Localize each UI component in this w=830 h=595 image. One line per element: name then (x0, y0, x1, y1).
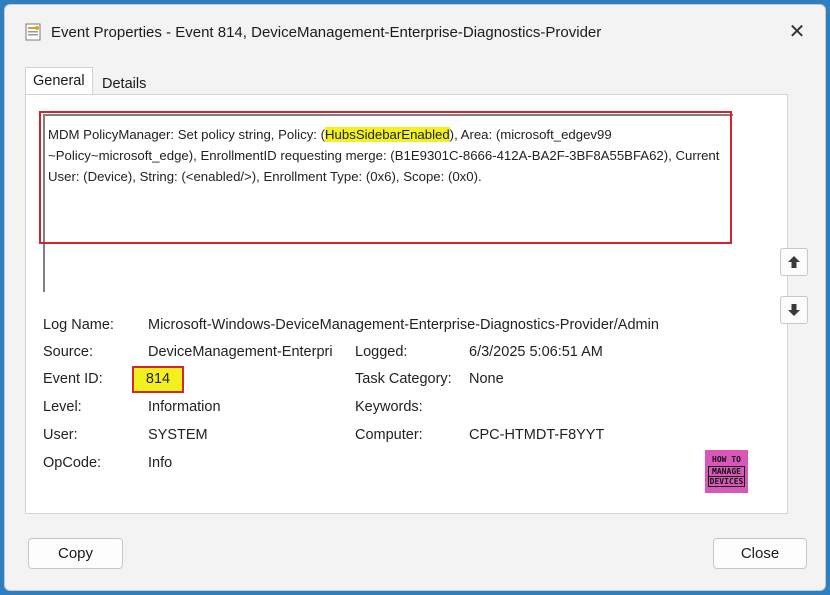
level-label: Level: (43, 399, 82, 415)
policy-name-highlight: HubsSidebarEnabled (325, 127, 450, 142)
description-part1: MDM PolicyManager: Set policy string, Po… (48, 127, 326, 142)
how-to-manage-devices-logo: HOW TO MANAGE DEVICES (703, 448, 750, 495)
close-icon: ✕ (788, 21, 806, 43)
log-name-value: Microsoft-Windows-DeviceManagement-Enter… (148, 317, 659, 333)
logo-line2: MANAGE (708, 466, 745, 477)
event-fields: Log Name: Microsoft-Windows-DeviceManage… (38, 313, 758, 493)
logged-value: 6/3/2025 5:06:51 AM (469, 344, 603, 360)
user-label: User: (43, 427, 78, 443)
event-id-label: Event ID: (43, 371, 103, 387)
source-label: Source: (43, 344, 93, 360)
next-event-button[interactable] (780, 296, 808, 324)
event-id-highlight: 814 (132, 366, 184, 393)
computer-label: Computer: (355, 427, 423, 443)
task-category-label: Task Category: (355, 371, 452, 387)
copy-button[interactable]: Copy (28, 538, 123, 569)
task-category-value: None (469, 371, 504, 387)
event-viewer-icon (25, 23, 41, 41)
event-properties-dialog: Event Properties - Event 814, DeviceMana… (4, 4, 826, 591)
log-name-label: Log Name: (43, 317, 114, 333)
general-panel: MDM PolicyManager: Set policy string, Po… (25, 94, 788, 514)
logo-line3: DEVICES (708, 477, 745, 487)
description-text: MDM PolicyManager: Set policy string, Po… (48, 124, 728, 187)
arrow-up-icon (788, 256, 800, 268)
close-window-button[interactable]: ✕ (783, 18, 811, 46)
close-button[interactable]: Close (713, 538, 807, 569)
previous-event-button[interactable] (780, 248, 808, 276)
description-box[interactable]: MDM PolicyManager: Set policy string, Po… (43, 114, 733, 292)
level-value: Information (148, 399, 221, 415)
opcode-value: Info (148, 455, 173, 471)
title-bar: Event Properties - Event 814, DeviceMana… (5, 5, 825, 57)
opcode-label: OpCode: (43, 455, 102, 471)
user-value: SYSTEM (148, 427, 208, 443)
arrow-down-icon (788, 304, 800, 316)
window-title: Event Properties - Event 814, DeviceMana… (51, 24, 602, 41)
computer-value: CPC-HTMDT-F8YYT (469, 427, 605, 443)
logo-line1: HOW TO (712, 455, 741, 464)
tab-general[interactable]: General (25, 67, 93, 95)
event-id-value: 814 (145, 371, 171, 387)
logo-text: HOW TO MANAGE DEVICES (705, 455, 748, 487)
keywords-label: Keywords: (355, 399, 423, 415)
logged-label: Logged: (355, 344, 408, 360)
source-value: DeviceManagement-Enterpri (148, 344, 333, 360)
